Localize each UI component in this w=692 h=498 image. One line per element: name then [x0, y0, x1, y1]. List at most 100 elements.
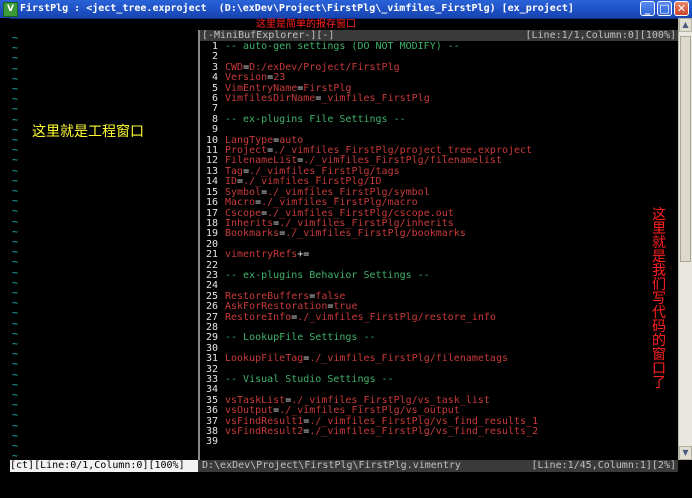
token-key: Bookmarks	[225, 228, 280, 240]
tilde-marker: ~	[12, 104, 19, 116]
token-key: VimEntryName	[225, 82, 298, 94]
token-val: ./_vimfiles_FirstPlg/project_tree.exproj…	[273, 145, 533, 157]
token-key: Tag	[225, 165, 244, 177]
annotation-project-window: 这里就是工程窗口	[32, 124, 144, 140]
token-key: LookupFileTag	[225, 353, 304, 365]
annotation-code-window: 这里就是我们写代码的窗口了	[652, 207, 666, 391]
code-line[interactable]: 21 vimentryRefs+=	[200, 249, 678, 261]
token-val: ./_vimfiles_FirstPlg/tags	[249, 165, 400, 177]
line-text: -- ex-plugins Behavior Settings --	[225, 269, 430, 281]
token-val: 23	[273, 72, 286, 84]
token-key: AskForRestoration	[225, 301, 328, 313]
line-number: 21	[205, 249, 218, 261]
vim-window: V FirstPlg : <ject_tree.exproject (D:\ex…	[0, 0, 692, 498]
project-tree-pane[interactable]: ~ ~ ~ ~ ~ ~ ~ ~ ~ ~ ~ ~ ~ ~ ~ ~ ~ ~ ~ ~ ~ ~ ~ ~ ~ ~ ~ ~ ~ ~ ~ ~ ~ ~ ~ ~ ~ ~ ~ ~…	[10, 30, 198, 462]
token-key: vsTaskList	[225, 394, 286, 406]
token-val: ./_vimfiles_FirstPlg/symbol	[267, 186, 430, 198]
token-val: auto	[279, 134, 304, 146]
token-key: RestoreBuffers	[225, 290, 310, 302]
code-line[interactable]: 38 vsFindResult2=./_vimfiles_FirstPlg/vs_…	[200, 426, 678, 438]
token-key: vsOutput	[225, 405, 274, 417]
token-key: Version	[225, 72, 268, 84]
token-eq: +=	[297, 249, 310, 261]
code-content[interactable]: 1 -- auto-gen settings (DO NOT MODIFY) --…	[200, 41, 678, 448]
line-text: RestoreInfo=./_vimfiles_FirstPlg/restore…	[225, 311, 496, 323]
buffer-name: [-MiniBufExplorer-][-]	[202, 30, 335, 41]
code-line[interactable]: 31 LookupFileTag=./_vimfiles_FirstPlg/fil…	[200, 353, 678, 365]
token-val: ./_vimfiles_FirstPlg/vs_task_list	[291, 394, 490, 406]
token-key: CWD	[225, 61, 244, 73]
tilde-marker: ~	[12, 410, 19, 422]
token-val: _vimfiles_FirstPlg	[321, 93, 430, 105]
line-number: 39	[205, 436, 218, 448]
maximize-button[interactable]: □	[657, 1, 672, 16]
line-number: 16	[205, 197, 218, 209]
code-line[interactable]: 8 -- ex-plugins File Settings --	[200, 113, 678, 125]
tilde-marker: ~	[12, 308, 19, 320]
token-val: ./_vimfiles_FirstPlg/vs_find_results_1	[309, 415, 539, 427]
code-line[interactable]: 23 -- ex-plugins Behavior Settings --	[200, 269, 678, 281]
token-val: ./_vimfiles_FirstPlg/vs_find_results_2	[309, 426, 539, 438]
token-comment: -- Visual Studio Settings --	[225, 374, 394, 385]
scroll-down-button[interactable]: ▼	[679, 446, 692, 460]
tilde-marker: ~	[12, 257, 19, 269]
minibufexplorer-bar[interactable]: [-MiniBufExplorer-][-] [Line:1/1,Column:…	[200, 30, 678, 41]
token-key: FilenameList	[225, 155, 298, 167]
vim-app-icon: V	[3, 2, 18, 17]
token-val: ./_vimfiles_FirstPlg/filenametags	[309, 353, 508, 365]
scroll-up-button[interactable]: ▲	[679, 18, 692, 32]
token-comment: -- ex-plugins File Settings --	[225, 113, 406, 125]
line-text: -- auto-gen settings (DO NOT MODIFY) --	[225, 41, 460, 52]
minimize-button[interactable]: _	[640, 1, 655, 16]
status-bar: [ct][Line:0/1,Column:0][100%] D:\exDev\P…	[10, 460, 678, 472]
code-editor-pane[interactable]: [-MiniBufExplorer-][-] [Line:1/1,Column:…	[200, 30, 678, 460]
token-val: ./_vimfiles_FirstPlg/cscope.out	[267, 207, 454, 219]
code-line[interactable]: 33 -- Visual Studio Settings --	[200, 374, 678, 385]
cursor-position-status: [Line:1/45,Column:1][2%]	[531, 460, 677, 471]
line-text: -- ex-plugins File Settings --	[225, 113, 406, 125]
line-text: Bookmarks=./_vimfiles_FirstPlg/bookmarks	[225, 229, 466, 239]
tilde-marker: ~	[12, 359, 19, 371]
line-text: -- Visual Studio Settings --	[225, 374, 394, 385]
token-key: VimfilesDirName	[225, 93, 316, 105]
token-val: ./_vimfiles_FirstPlg/filenamelist	[303, 155, 502, 167]
close-button[interactable]: ✕	[674, 1, 689, 16]
token-val: FirstPlg	[303, 82, 352, 94]
code-line[interactable]: 27 RestoreInfo=./_vimfiles_FirstPlg/resto…	[200, 311, 678, 323]
token-val: ./_vimfiles_FirstPlg/restore_info	[297, 311, 496, 323]
token-val: ./_vimfiles_FirstPlg/macro	[261, 197, 418, 209]
tilde-marker: ~	[12, 53, 19, 65]
code-line[interactable]: 6 VimfilesDirName=_vimfiles_FirstPlg	[200, 93, 678, 105]
token-comment: -- LookupFile Settings --	[225, 332, 376, 344]
token-key: vsFindResult2	[225, 426, 304, 438]
token-key: vsFindResult1	[225, 415, 304, 427]
line-text: -- LookupFile Settings --	[225, 333, 376, 343]
code-line[interactable]: 29 -- LookupFile Settings --	[200, 332, 678, 343]
token-comment: -- auto-gen settings (DO NOT MODIFY) --	[225, 41, 460, 52]
token-comment: -- ex-plugins Behavior Settings --	[225, 269, 430, 281]
window-title: FirstPlg : <ject_tree.exproject (D:\exDe…	[20, 3, 574, 14]
token-key: vimentryRefs	[225, 249, 298, 261]
vertical-scrollbar[interactable]: ▲ ▼	[678, 18, 692, 460]
token-key: ID	[225, 176, 238, 188]
code-line[interactable]: 39	[200, 436, 678, 448]
token-key: LangType	[225, 134, 274, 146]
tilde-marker: ~	[12, 206, 19, 218]
window-left-border	[0, 18, 10, 472]
code-line[interactable]: 19 Bookmarks=./_vimfiles_FirstPlg/bookmar…	[200, 228, 678, 239]
scrollbar-thumb[interactable]	[680, 36, 691, 262]
line-text: vimentryRefs+=	[225, 249, 310, 261]
token-key: Project	[225, 145, 268, 157]
token-key: RestoreInfo	[225, 311, 292, 323]
command-line[interactable]	[0, 472, 692, 498]
token-val: ./_vimfiles_FirstPlg/bookmarks	[285, 228, 466, 240]
token-val: ./_vimfiles_FirstPlg/ID	[243, 176, 382, 188]
token-val: ./_vimfiles_FirstPlg/inherits	[279, 217, 454, 229]
buffer-position: [Line:1/1,Column:0][100%]	[525, 30, 676, 41]
token-key: Cscope	[225, 207, 262, 219]
token-key: Inherits	[225, 217, 274, 229]
code-line[interactable]: 1 -- auto-gen settings (DO NOT MODIFY) --	[200, 41, 678, 52]
title-bar[interactable]: V FirstPlg : <ject_tree.exproject (D:\ex…	[0, 0, 692, 19]
file-path-status: D:\exDev\Project\FirstPlg\FirstPlg.vimen…	[202, 460, 461, 471]
token-val: ./_vimfiles_FirstPlg/vs_output	[279, 405, 460, 417]
